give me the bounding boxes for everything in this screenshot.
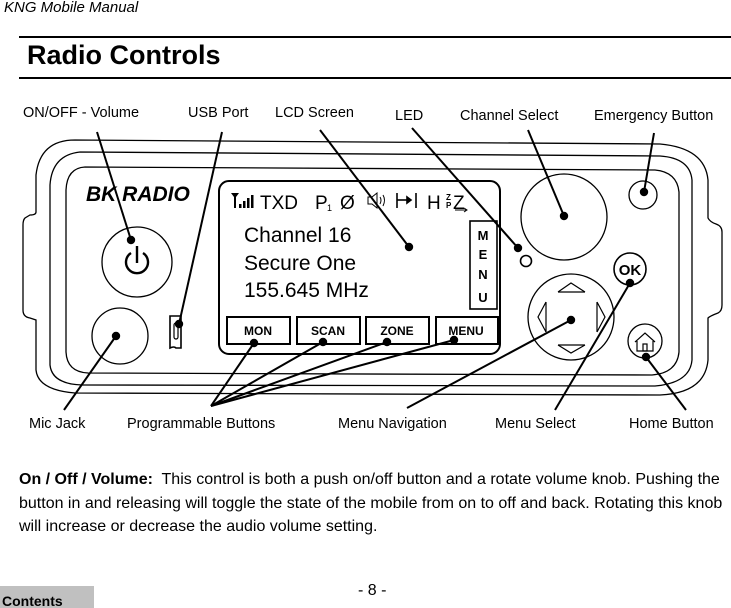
nav-down-arrow (557, 344, 586, 354)
soft-key-scan[interactable]: SCAN (311, 324, 345, 338)
home-icon (634, 332, 656, 352)
nav-up-arrow (557, 282, 586, 293)
power-level-indicator: P (315, 193, 328, 214)
zone-icon: Z P Z (446, 193, 468, 214)
svg-text:E: E (479, 247, 488, 262)
callout-on-off-volume: ON/OFF - Volume (23, 105, 139, 121)
soft-key-zone[interactable]: ZONE (380, 324, 413, 338)
txd-indicator: TXD (260, 193, 298, 214)
callout-home-button: Home Button (629, 416, 714, 432)
radio-diagram: BK RADIO TXD P 1 Ø H Z P Z Channel 16 Se… (22, 105, 723, 432)
lcd-line-name: Secure One (244, 252, 356, 275)
callout-mic-jack: Mic Jack (29, 416, 86, 432)
callout-menu-select: Menu Select (495, 416, 576, 432)
callout-emergency-button: Emergency Button (594, 108, 713, 124)
page-number: - 8 - (358, 582, 387, 599)
svg-text:M: M (478, 228, 489, 243)
power-level-sub: 1 (327, 203, 332, 213)
callout-menu-navigation: Menu Navigation (338, 416, 447, 432)
callout-programmable-buttons: Programmable Buttons (127, 416, 275, 432)
callout-led: LED (395, 108, 423, 124)
lcd-line-channel: Channel 16 (244, 224, 351, 247)
callout-lcd-screen: LCD Screen (275, 105, 354, 121)
description-heading: On / Off / Volume: (19, 471, 153, 488)
nav-left-arrow (537, 301, 547, 333)
soft-key-mon[interactable]: MON (244, 324, 272, 338)
svg-text:Z: Z (453, 193, 465, 214)
null-indicator: Ø (340, 193, 355, 214)
brand-logo: BK RADIO (86, 183, 190, 206)
scan-bar-icon (396, 193, 417, 208)
signal-strength-icon (231, 193, 254, 208)
lcd-status-bar: TXD P 1 Ø H Z P Z (231, 191, 468, 214)
svg-text:U: U (478, 290, 487, 305)
svg-text:P: P (446, 201, 452, 210)
callout-usb-port: USB Port (188, 105, 248, 121)
h-indicator: H (427, 193, 441, 214)
contents-link[interactable]: Contents (0, 586, 94, 608)
on-off-volume-description: On / Off / Volume: This control is both … (19, 468, 724, 539)
led-indicator (519, 254, 533, 268)
home-button (627, 323, 663, 359)
ok-button-label[interactable]: OK (619, 262, 642, 279)
svg-text:N: N (478, 267, 487, 282)
lcd-side-menu[interactable]: M E N U (478, 228, 489, 305)
callout-channel-select: Channel Select (460, 108, 558, 124)
lcd-line-frequency: 155.645 MHz (244, 279, 369, 302)
